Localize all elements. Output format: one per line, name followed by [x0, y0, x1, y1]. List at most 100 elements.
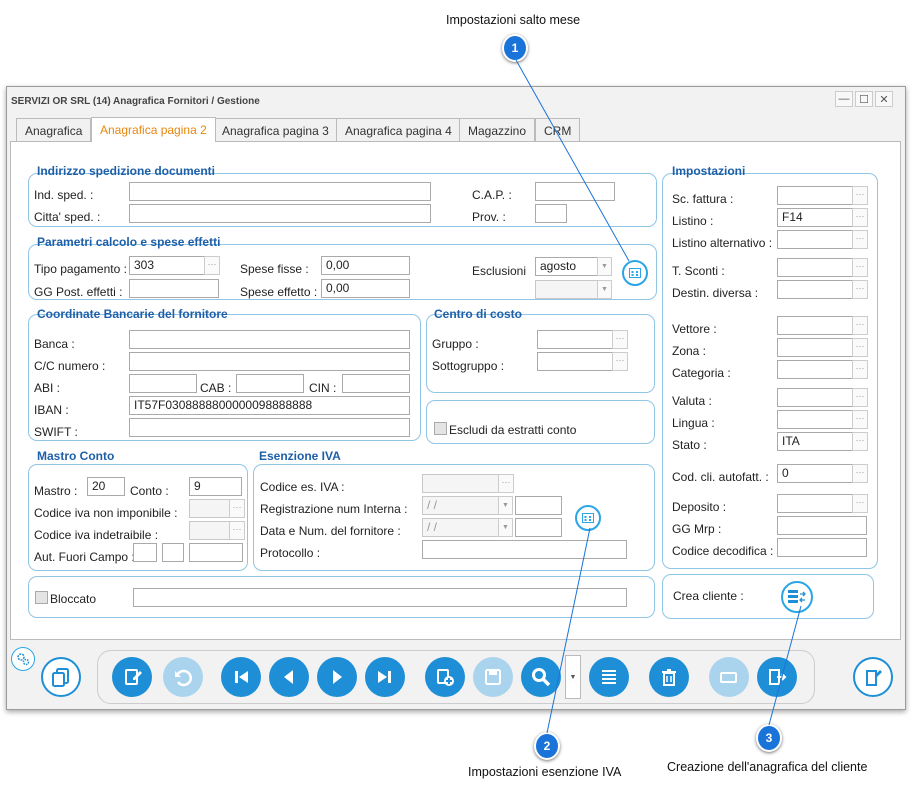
destin-input[interactable] [777, 280, 853, 299]
data-num-number-input[interactable] [515, 518, 562, 537]
minimize-button[interactable]: — [835, 91, 853, 107]
cin-input[interactable] [342, 374, 410, 393]
banca-input[interactable] [129, 330, 410, 349]
deposito-lookup-button[interactable]: ··· [852, 494, 868, 513]
sottogruppo-lookup-button[interactable]: ··· [612, 352, 628, 371]
tab-anagrafica-pagina-3[interactable]: Anagrafica pagina 3 [213, 118, 338, 141]
cod-cli-lookup-button[interactable]: ··· [852, 464, 868, 483]
spese-fisse-input[interactable]: 0,00 [321, 256, 410, 275]
listino-input[interactable]: F14 [777, 208, 853, 227]
edit-button[interactable] [112, 657, 152, 697]
last-record-button[interactable] [365, 657, 405, 697]
search-options-dropdown[interactable]: ▼ [565, 655, 581, 699]
gruppo-lookup-button[interactable]: ··· [612, 330, 628, 349]
prov-input[interactable] [535, 204, 567, 223]
zona-input[interactable] [777, 338, 853, 357]
codice-es-iva-input[interactable] [422, 474, 499, 493]
search-button[interactable] [521, 657, 561, 697]
maximize-button[interactable]: ☐ [855, 91, 873, 107]
bloccato-input[interactable] [133, 588, 627, 607]
ind-sped-input[interactable] [129, 182, 431, 201]
conto-input[interactable]: 9 [189, 477, 242, 496]
valuta-lookup-button[interactable]: ··· [852, 388, 868, 407]
previous-record-button[interactable] [269, 657, 309, 697]
cod-cli-input[interactable]: 0 [777, 464, 853, 483]
notes-button[interactable] [853, 657, 893, 697]
esclusioni-select-2[interactable] [535, 280, 598, 299]
new-record-button[interactable] [425, 657, 465, 697]
iva-non-imponibile-lookup-button[interactable]: ··· [229, 499, 245, 518]
iban-input[interactable]: IT57F0308888800000098888888 [129, 396, 410, 415]
settings-gear-button[interactable] [11, 647, 35, 671]
aut-fuori-campo-input-3[interactable] [189, 543, 243, 562]
gg-post-input[interactable] [129, 279, 219, 298]
salto-mese-settings-button[interactable] [622, 260, 648, 286]
t-sconti-lookup-button[interactable]: ··· [852, 258, 868, 277]
close-button[interactable]: ✕ [875, 91, 893, 107]
esclusioni-select-1[interactable]: agosto [535, 257, 598, 276]
citta-sped-input[interactable] [129, 204, 431, 223]
iva-non-imponibile-input[interactable] [189, 499, 230, 518]
lingua-lookup-button[interactable]: ··· [852, 410, 868, 429]
tab-anagrafica-pagina-2[interactable]: Anagrafica pagina 2 [91, 117, 216, 142]
save-button[interactable] [473, 657, 513, 697]
categoria-lookup-button[interactable]: ··· [852, 360, 868, 379]
deposito-input[interactable] [777, 494, 853, 513]
sc-fattura-lookup-button[interactable]: ··· [852, 186, 868, 205]
cap-input[interactable] [535, 182, 615, 201]
tab-magazzino[interactable]: Magazzino [459, 118, 536, 141]
cc-input[interactable] [129, 352, 410, 371]
tab-anagrafica-pagina-4[interactable]: Anagrafica pagina 4 [336, 118, 461, 141]
categoria-input[interactable] [777, 360, 853, 379]
esclusioni-2-chevron-down-icon[interactable]: ▼ [597, 280, 612, 299]
escludi-checkbox[interactable] [434, 422, 447, 435]
crea-cliente-button[interactable] [781, 581, 813, 613]
spese-effetto-input[interactable]: 0,00 [321, 279, 410, 298]
cab-input[interactable] [236, 374, 304, 393]
undo-button[interactable] [163, 657, 203, 697]
codice-es-iva-lookup-button[interactable]: ··· [498, 474, 514, 493]
exit-button[interactable] [757, 657, 797, 697]
mastro-input[interactable]: 20 [87, 477, 125, 496]
delete-button[interactable] [649, 657, 689, 697]
zona-lookup-button[interactable]: ··· [852, 338, 868, 357]
vettore-input[interactable] [777, 316, 853, 335]
aut-fuori-campo-input-1[interactable] [133, 543, 157, 562]
bloccato-checkbox[interactable] [35, 591, 48, 604]
tab-anagrafica[interactable]: Anagrafica [16, 118, 92, 141]
data-num-date-input[interactable]: / / [422, 518, 499, 537]
esenzione-iva-settings-button[interactable] [575, 505, 601, 531]
reg-num-date-input[interactable]: / / [422, 496, 499, 515]
listino-alt-lookup-button[interactable]: ··· [852, 230, 868, 249]
aut-fuori-campo-input-2[interactable] [162, 543, 184, 562]
valuta-input[interactable] [777, 388, 853, 407]
next-record-button[interactable] [317, 657, 357, 697]
codice-decod-input[interactable] [777, 538, 867, 557]
tipo-pagamento-lookup-button[interactable]: ··· [204, 256, 220, 275]
abi-input[interactable] [129, 374, 197, 393]
listino-lookup-button[interactable]: ··· [852, 208, 868, 227]
copy-record-button[interactable] [41, 657, 81, 697]
first-record-button[interactable] [221, 657, 261, 697]
tab-crm[interactable]: CRM [535, 118, 581, 141]
swift-input[interactable] [129, 418, 410, 437]
reg-num-number-input[interactable] [515, 496, 562, 515]
vettore-lookup-button[interactable]: ··· [852, 316, 868, 335]
protocollo-input[interactable] [422, 540, 627, 559]
destin-lookup-button[interactable]: ··· [852, 280, 868, 299]
tipo-pagamento-input[interactable]: 303 [129, 256, 205, 275]
iva-indetraibile-input[interactable] [189, 521, 230, 540]
sc-fattura-input[interactable] [777, 186, 853, 205]
reg-num-chevron-down-icon[interactable]: ▼ [498, 496, 513, 515]
t-sconti-input[interactable] [777, 258, 853, 277]
list-button[interactable] [589, 657, 629, 697]
stato-input[interactable]: ITA [777, 432, 853, 451]
sottogruppo-input[interactable] [537, 352, 613, 371]
gg-mrp-input[interactable] [777, 516, 867, 535]
listino-alt-input[interactable] [777, 230, 853, 249]
stato-lookup-button[interactable]: ··· [852, 432, 868, 451]
esclusioni-1-chevron-down-icon[interactable]: ▼ [597, 257, 612, 276]
print-button[interactable] [709, 657, 749, 697]
gruppo-input[interactable] [537, 330, 613, 349]
lingua-input[interactable] [777, 410, 853, 429]
